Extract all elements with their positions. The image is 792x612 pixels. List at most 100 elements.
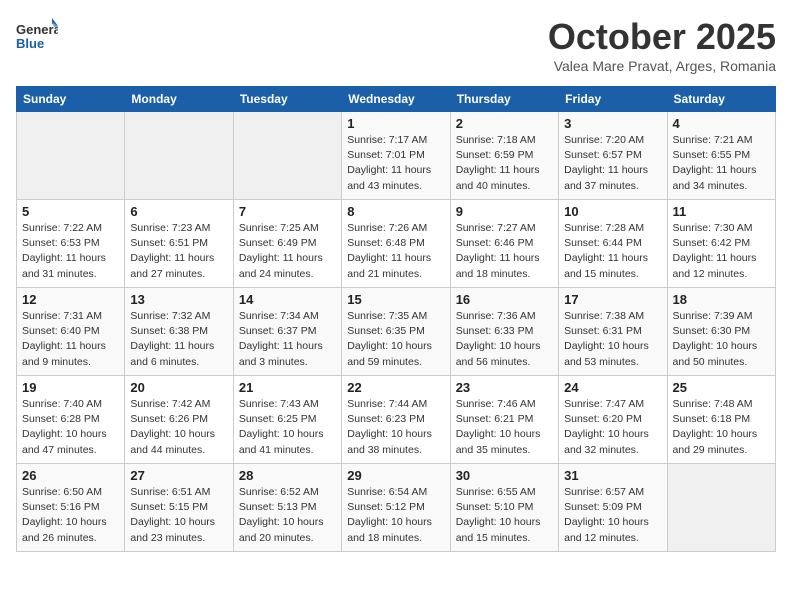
day-number: 7 (239, 204, 336, 219)
day-number: 17 (564, 292, 661, 307)
calendar-cell: 14 Sunrise: 7:34 AMSunset: 6:37 PMDayligh… (233, 288, 341, 376)
calendar-cell: 25Sunrise: 7:48 AMSunset: 6:18 PMDayligh… (667, 376, 775, 464)
day-number: 21 (239, 380, 336, 395)
day-info: Sunrise: 7:44 AMSunset: 6:23 PMDaylight:… (347, 397, 444, 458)
day-number: 22 (347, 380, 444, 395)
calendar-cell: 30 Sunrise: 6:55 AMSunset: 5:10 PMDayligh… (450, 464, 558, 552)
calendar-cell (667, 464, 775, 552)
calendar-cell: 19 Sunrise: 7:40 AMSunset: 6:28 PMDayligh… (17, 376, 125, 464)
day-number: 25 (673, 380, 770, 395)
day-info: Sunrise: 7:38 AMSunset: 6:31 PMDaylight:… (564, 309, 661, 370)
day-number: 29 (347, 468, 444, 483)
calendar-cell: 4Sunrise: 7:21 AMSunset: 6:55 PMDaylight… (667, 112, 775, 200)
day-info: Sunrise: 6:54 AMSunset: 5:12 PMDaylight:… (347, 485, 444, 546)
day-info: Sunrise: 7:22 AMSunset: 6:53 PMDaylight:… (22, 221, 119, 282)
calendar-cell: 22 Sunrise: 7:44 AMSunset: 6:23 PMDayligh… (342, 376, 450, 464)
calendar-cell (233, 112, 341, 200)
day-info: Sunrise: 7:35 AMSunset: 6:35 PMDaylight:… (347, 309, 444, 370)
day-info: Sunrise: 7:28 AMSunset: 6:44 PMDaylight:… (564, 221, 661, 282)
week-row-1: 1 Sunrise: 7:17 AMSunset: 7:01 PMDaylight… (17, 112, 776, 200)
calendar-cell: 28 Sunrise: 6:52 AMSunset: 5:13 PMDayligh… (233, 464, 341, 552)
day-number: 6 (130, 204, 227, 219)
calendar-cell: 27 Sunrise: 6:51 AMSunset: 5:15 PMDayligh… (125, 464, 233, 552)
month-year: October 2025 (548, 16, 776, 58)
calendar-cell: 1 Sunrise: 7:17 AMSunset: 7:01 PMDaylight… (342, 112, 450, 200)
calendar-cell: 10 Sunrise: 7:28 AMSunset: 6:44 PMDayligh… (559, 200, 667, 288)
day-info: Sunrise: 7:25 AMSunset: 6:49 PMDaylight:… (239, 221, 336, 282)
day-info: Sunrise: 6:51 AMSunset: 5:15 PMDaylight:… (130, 485, 227, 546)
svg-text:Blue: Blue (16, 36, 44, 51)
day-number: 9 (456, 204, 553, 219)
day-number: 5 (22, 204, 119, 219)
day-info: Sunrise: 7:30 AMSunset: 6:42 PMDaylight:… (673, 221, 770, 282)
day-number: 30 (456, 468, 553, 483)
day-number: 8 (347, 204, 444, 219)
day-info: Sunrise: 7:43 AMSunset: 6:25 PMDaylight:… (239, 397, 336, 458)
day-info: Sunrise: 7:46 AMSunset: 6:21 PMDaylight:… (456, 397, 553, 458)
day-info: Sunrise: 6:52 AMSunset: 5:13 PMDaylight:… (239, 485, 336, 546)
day-number: 23 (456, 380, 553, 395)
day-info: Sunrise: 7:20 AMSunset: 6:57 PMDaylight:… (564, 133, 661, 194)
location: Valea Mare Pravat, Arges, Romania (548, 58, 776, 74)
week-row-2: 5 Sunrise: 7:22 AMSunset: 6:53 PMDaylight… (17, 200, 776, 288)
weekday-header-wednesday: Wednesday (342, 87, 450, 112)
day-number: 14 (239, 292, 336, 307)
day-info: Sunrise: 7:23 AMSunset: 6:51 PMDaylight:… (130, 221, 227, 282)
calendar-table: SundayMondayTuesdayWednesdayThursdayFrid… (16, 86, 776, 552)
day-info: Sunrise: 7:34 AMSunset: 6:37 PMDaylight:… (239, 309, 336, 370)
calendar-cell: 3 Sunrise: 7:20 AMSunset: 6:57 PMDaylight… (559, 112, 667, 200)
day-number: 28 (239, 468, 336, 483)
day-info: Sunrise: 7:27 AMSunset: 6:46 PMDaylight:… (456, 221, 553, 282)
day-number: 20 (130, 380, 227, 395)
calendar-cell: 24Sunrise: 7:47 AMSunset: 6:20 PMDayligh… (559, 376, 667, 464)
day-number: 31 (564, 468, 661, 483)
weekday-header-monday: Monday (125, 87, 233, 112)
title-block: October 2025 Valea Mare Pravat, Arges, R… (548, 16, 776, 74)
calendar-cell: 11 Sunrise: 7:30 AMSunset: 6:42 PMDayligh… (667, 200, 775, 288)
calendar-cell: 23 Sunrise: 7:46 AMSunset: 6:21 PMDayligh… (450, 376, 558, 464)
day-info: Sunrise: 7:17 AMSunset: 7:01 PMDaylight:… (347, 133, 444, 194)
day-number: 10 (564, 204, 661, 219)
day-number: 2 (456, 116, 553, 131)
calendar-cell: 12Sunrise: 7:31 AMSunset: 6:40 PMDayligh… (17, 288, 125, 376)
calendar-cell: 20 Sunrise: 7:42 AMSunset: 6:26 PMDayligh… (125, 376, 233, 464)
week-row-3: 12Sunrise: 7:31 AMSunset: 6:40 PMDayligh… (17, 288, 776, 376)
day-number: 26 (22, 468, 119, 483)
weekday-header-saturday: Saturday (667, 87, 775, 112)
day-number: 11 (673, 204, 770, 219)
calendar-cell: 5 Sunrise: 7:22 AMSunset: 6:53 PMDaylight… (17, 200, 125, 288)
day-number: 1 (347, 116, 444, 131)
day-info: Sunrise: 7:36 AMSunset: 6:33 PMDaylight:… (456, 309, 553, 370)
calendar-cell: 13 Sunrise: 7:32 AMSunset: 6:38 PMDayligh… (125, 288, 233, 376)
calendar-cell: 8 Sunrise: 7:26 AMSunset: 6:48 PMDaylight… (342, 200, 450, 288)
calendar-cell: 15 Sunrise: 7:35 AMSunset: 6:35 PMDayligh… (342, 288, 450, 376)
day-number: 3 (564, 116, 661, 131)
day-number: 12 (22, 292, 119, 307)
day-info: Sunrise: 6:55 AMSunset: 5:10 PMDaylight:… (456, 485, 553, 546)
day-number: 24 (564, 380, 661, 395)
day-info: Sunrise: 7:40 AMSunset: 6:28 PMDaylight:… (22, 397, 119, 458)
calendar-cell: 29 Sunrise: 6:54 AMSunset: 5:12 PMDayligh… (342, 464, 450, 552)
day-number: 16 (456, 292, 553, 307)
day-info: Sunrise: 7:32 AMSunset: 6:38 PMDaylight:… (130, 309, 227, 370)
day-info: Sunrise: 7:39 AMSunset: 6:30 PMDaylight:… (673, 309, 770, 370)
weekday-header-row: SundayMondayTuesdayWednesdayThursdayFrid… (17, 87, 776, 112)
weekday-header-sunday: Sunday (17, 87, 125, 112)
calendar-cell (125, 112, 233, 200)
calendar-cell: 26Sunrise: 6:50 AMSunset: 5:16 PMDayligh… (17, 464, 125, 552)
calendar-cell: 18Sunrise: 7:39 AMSunset: 6:30 PMDayligh… (667, 288, 775, 376)
day-number: 15 (347, 292, 444, 307)
day-number: 13 (130, 292, 227, 307)
day-info: Sunrise: 7:42 AMSunset: 6:26 PMDaylight:… (130, 397, 227, 458)
day-number: 27 (130, 468, 227, 483)
day-info: Sunrise: 7:26 AMSunset: 6:48 PMDaylight:… (347, 221, 444, 282)
calendar-cell: 6 Sunrise: 7:23 AMSunset: 6:51 PMDaylight… (125, 200, 233, 288)
weekday-header-tuesday: Tuesday (233, 87, 341, 112)
weekday-header-friday: Friday (559, 87, 667, 112)
svg-text:General: General (16, 22, 58, 37)
day-number: 19 (22, 380, 119, 395)
logo-icon: General Blue (16, 16, 56, 56)
calendar-cell: 16 Sunrise: 7:36 AMSunset: 6:33 PMDayligh… (450, 288, 558, 376)
week-row-5: 26Sunrise: 6:50 AMSunset: 5:16 PMDayligh… (17, 464, 776, 552)
page-header: General Blue October 2025 Valea Mare Pra… (16, 16, 776, 74)
